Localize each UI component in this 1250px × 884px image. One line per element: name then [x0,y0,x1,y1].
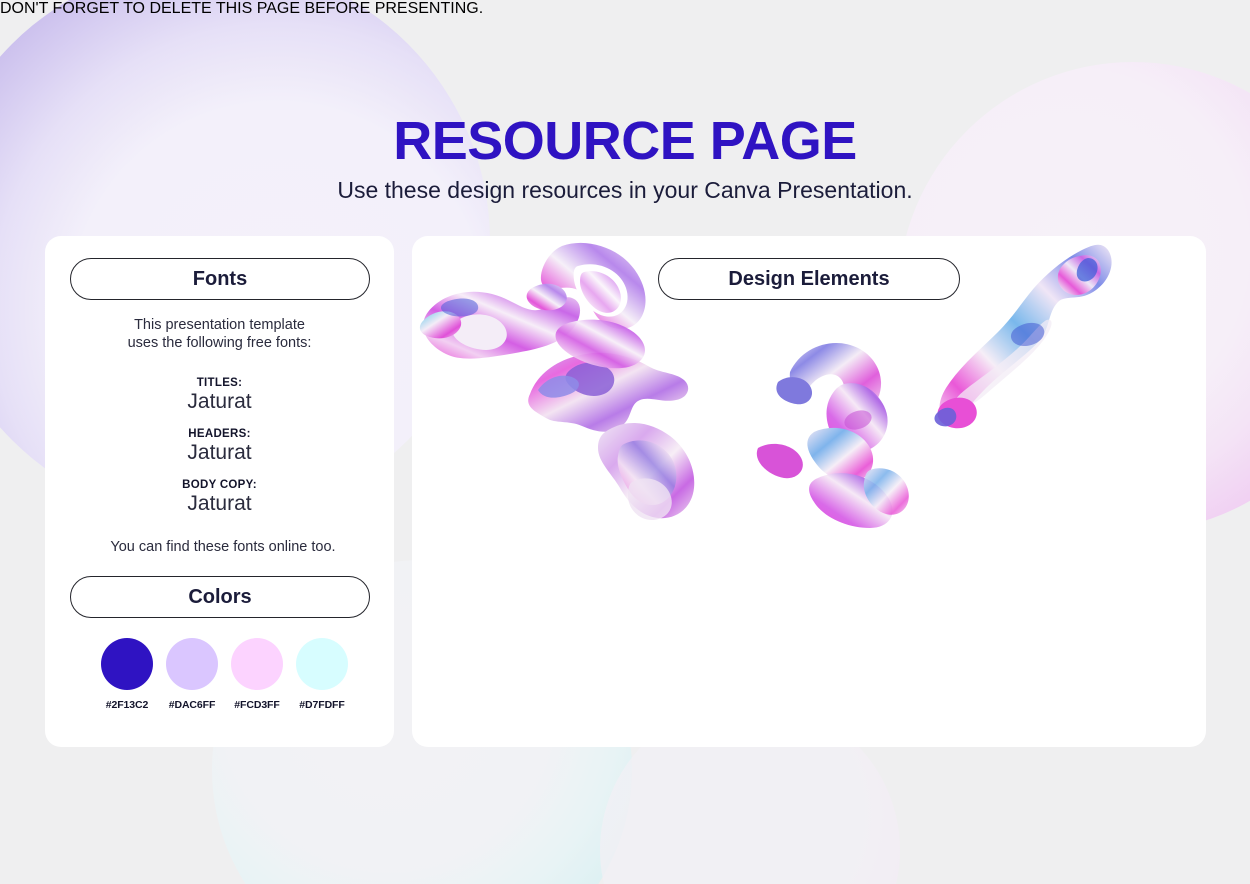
color-swatch-2-dot [166,638,218,690]
page-subtitle: Use these design resources in your Canva… [337,177,913,203]
font-entry-titles: TITLES: Jaturat [45,377,394,414]
delete-page-warning: DON'T FORGET TO DELETE THIS PAGE BEFORE … [0,0,484,17]
fonts-header-label: Fonts [192,267,248,290]
colors-header-label: Colors [188,585,252,608]
page-title: RESOURCE PAGE [393,111,857,171]
color-swatch-3-dot [231,638,283,690]
iridescent-liquid-shape-4-graphic[interactable] [412,236,666,397]
color-swatch-2-code: #DAC6FF [168,699,216,711]
iridescent-liquid-shape-2-graphic[interactable] [752,328,928,532]
font-entry-body-copy-value: Jaturat [187,492,252,515]
font-entry-headers-label: HEADERS: [188,428,251,440]
font-entry-titles-value: Jaturat [187,390,252,413]
fonts-section-header: Fonts [70,258,370,300]
color-swatch-3: #FCD3FF [231,638,283,711]
design-elements-header-label: Design Elements [728,267,890,290]
fonts-intro-line-2: uses the following free fonts: [127,335,312,352]
font-entry-body-copy: BODY COPY: Jaturat [45,479,394,516]
fonts-intro-line-1: This presentation template [134,317,305,333]
color-swatch-1-dot [101,638,153,690]
fonts-intro-text: This presentation template uses the foll… [45,316,394,352]
font-entry-titles-label: TITLES: [196,377,243,389]
font-entry-headers-value: Jaturat [187,441,252,464]
fonts-card: Fonts This presentation template uses th… [45,236,394,747]
font-entry-body-copy-label: BODY COPY: [182,479,257,491]
color-swatch-2: #DAC6FF [166,638,218,711]
design-elements-section-header: Design Elements [658,258,960,300]
design-elements-card: Design Elements [412,236,1206,747]
colors-section-header: Colors [70,576,370,618]
color-swatch-4-dot [296,638,348,690]
fonts-outro-text: You can find these fonts online too. [110,539,336,555]
color-swatch-3-code: #FCD3FF [234,699,280,711]
resource-page: RESOURCE PAGE Use these design resources… [0,0,1250,884]
color-swatch-1: #2F13C2 [101,638,153,711]
iridescent-liquid-shape-3-graphic[interactable] [930,236,1122,439]
font-entry-headers: HEADERS: Jaturat [45,428,394,465]
color-swatch-1-code: #2F13C2 [105,699,149,711]
color-swatch-row: #2F13C2 #DAC6FF #FCD3FF #D7FDFF [101,638,395,711]
color-swatch-4-code: #D7FDFF [299,699,345,711]
color-swatch-4: #D7FDFF [296,638,348,711]
